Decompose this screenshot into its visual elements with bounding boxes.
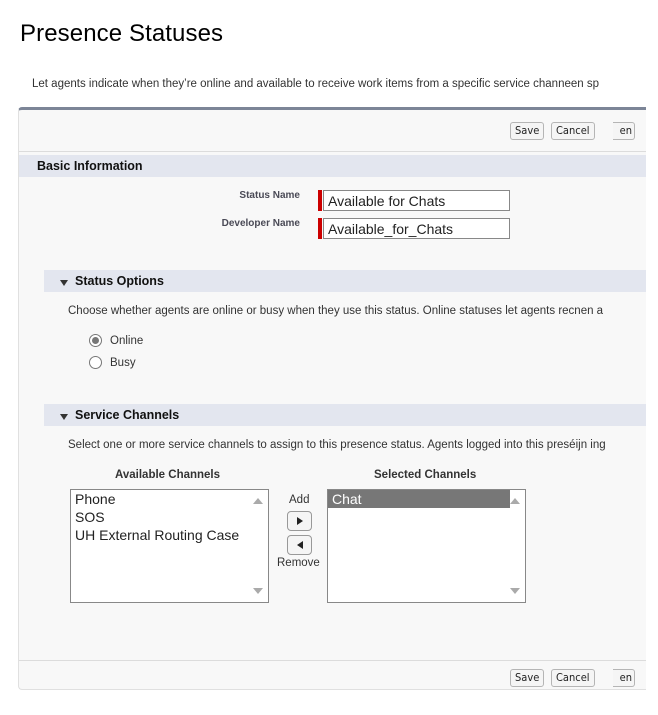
service-channels-description-overflow: ijn ing xyxy=(575,439,606,451)
radio-online[interactable]: Online xyxy=(89,334,143,347)
cancel-button-top[interactable]: Cancel xyxy=(551,122,595,140)
list-item[interactable]: UH External Routing Case xyxy=(71,526,268,544)
cancel-button-bottom[interactable]: Cancel xyxy=(551,669,595,687)
save-button-top[interactable]: Save xyxy=(510,122,545,140)
status-options-description-text: Choose whether agents are online or busy… xyxy=(68,305,575,317)
section-service-channels[interactable]: Service Channels xyxy=(44,404,658,426)
remove-label: Remove xyxy=(277,557,320,569)
radio-busy[interactable]: Busy xyxy=(89,356,136,369)
service-channels-description: Select one or more service channels to a… xyxy=(68,439,606,451)
developer-name-input[interactable] xyxy=(323,218,510,239)
remove-button[interactable] xyxy=(287,535,312,555)
required-marker xyxy=(318,190,322,211)
radio-online-label: Online xyxy=(110,334,144,347)
top-button-row: Save Cancel en xyxy=(19,110,658,152)
radio-button-unchecked[interactable] xyxy=(89,356,102,369)
bottom-button-row: Save Cancel en xyxy=(19,660,658,692)
scroll-down-arrow-icon[interactable] xyxy=(253,588,263,594)
service-channels-description-text: Select one or more service channels to a… xyxy=(68,439,576,451)
available-channels-list[interactable]: Phone SOS UH External Routing Case xyxy=(70,489,269,603)
radio-busy-label: Busy xyxy=(110,356,136,369)
status-options-description-overflow: nen a xyxy=(574,305,604,317)
collapse-triangle-icon xyxy=(60,414,68,420)
add-label: Add xyxy=(289,494,310,506)
overflow-button-bottom[interactable]: en xyxy=(613,669,635,687)
edit-form-panel: Save Cancel en Basic Information Status … xyxy=(18,107,658,690)
arrow-left-icon xyxy=(297,541,303,549)
arrow-right-icon xyxy=(297,517,303,525)
intro-text: Let agents indicate when they’re online … xyxy=(32,78,571,90)
collapse-triangle-icon xyxy=(60,280,68,286)
scroll-down-arrow-icon[interactable] xyxy=(510,588,520,594)
developer-name-label: Developer Name xyxy=(221,218,300,229)
list-item-selected[interactable]: Chat xyxy=(328,490,510,508)
right-edge-strip xyxy=(646,107,658,690)
section-service-channels-title: Service Channels xyxy=(75,408,180,422)
intro-overflow-text: en sp xyxy=(570,78,600,90)
status-name-label: Status Name xyxy=(239,190,300,201)
scroll-up-arrow-icon[interactable] xyxy=(253,498,263,504)
radio-button-checked[interactable] xyxy=(89,334,102,347)
section-status-options[interactable]: Status Options xyxy=(44,270,658,292)
status-name-input[interactable] xyxy=(323,190,510,211)
selected-channels-label: Selected Channels xyxy=(374,469,477,481)
overflow-button-top[interactable]: en xyxy=(613,122,635,140)
scroll-up-arrow-icon[interactable] xyxy=(510,498,520,504)
section-status-options-title: Status Options xyxy=(75,274,164,288)
required-marker xyxy=(318,218,322,239)
list-item[interactable]: Phone xyxy=(71,490,268,508)
section-basic-information: Basic Information xyxy=(19,155,658,177)
add-button[interactable] xyxy=(287,511,312,531)
status-options-description: Choose whether agents are online or busy… xyxy=(68,305,603,317)
list-item[interactable]: SOS xyxy=(71,508,268,526)
page-title: Presence Statuses xyxy=(20,20,224,47)
save-button-bottom[interactable]: Save xyxy=(510,669,545,687)
selected-channels-list[interactable]: Chat xyxy=(327,489,526,603)
page-intro: Let agents indicate when they’re online … xyxy=(32,78,599,90)
available-channels-label: Available Channels xyxy=(115,469,221,481)
